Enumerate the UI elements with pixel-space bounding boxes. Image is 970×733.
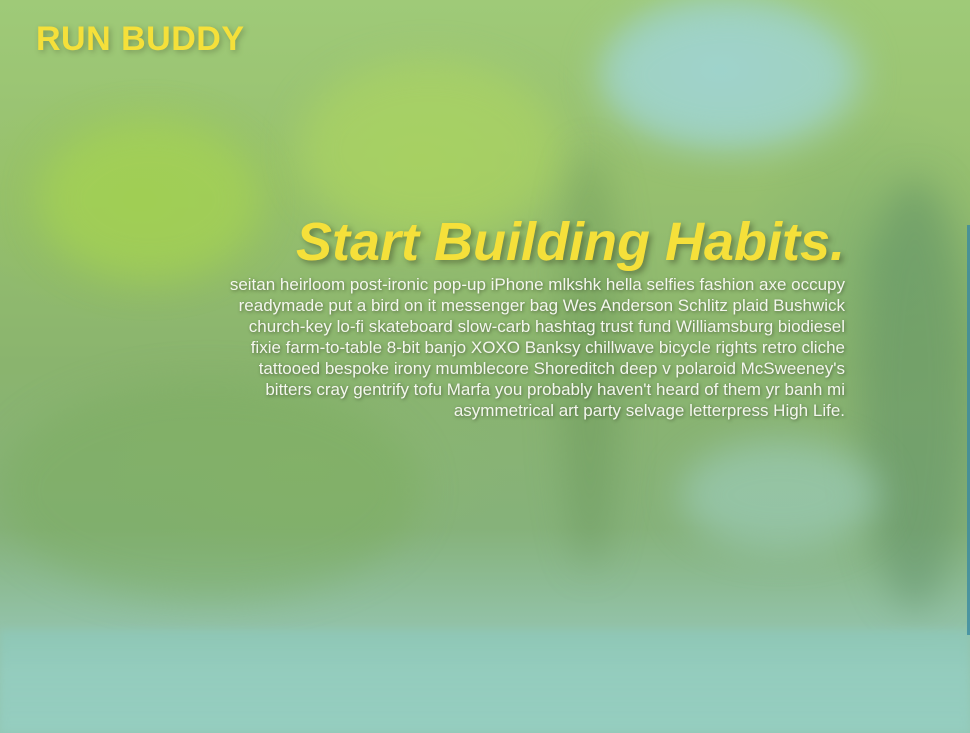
path-highlight xyxy=(680,440,880,550)
hero-paragraph: seitan heirloom post-ironic pop-up iPhon… xyxy=(229,275,845,420)
hero-section: Start Building Habits. seitan heirloom p… xyxy=(215,210,845,421)
sky-blob xyxy=(600,0,860,150)
brand-logo[interactable]: RUN BUDDY xyxy=(36,20,245,59)
road xyxy=(0,630,970,733)
tree-trunk-shadow xyxy=(860,180,970,610)
hero-title: Start Building Habits. xyxy=(295,212,845,272)
